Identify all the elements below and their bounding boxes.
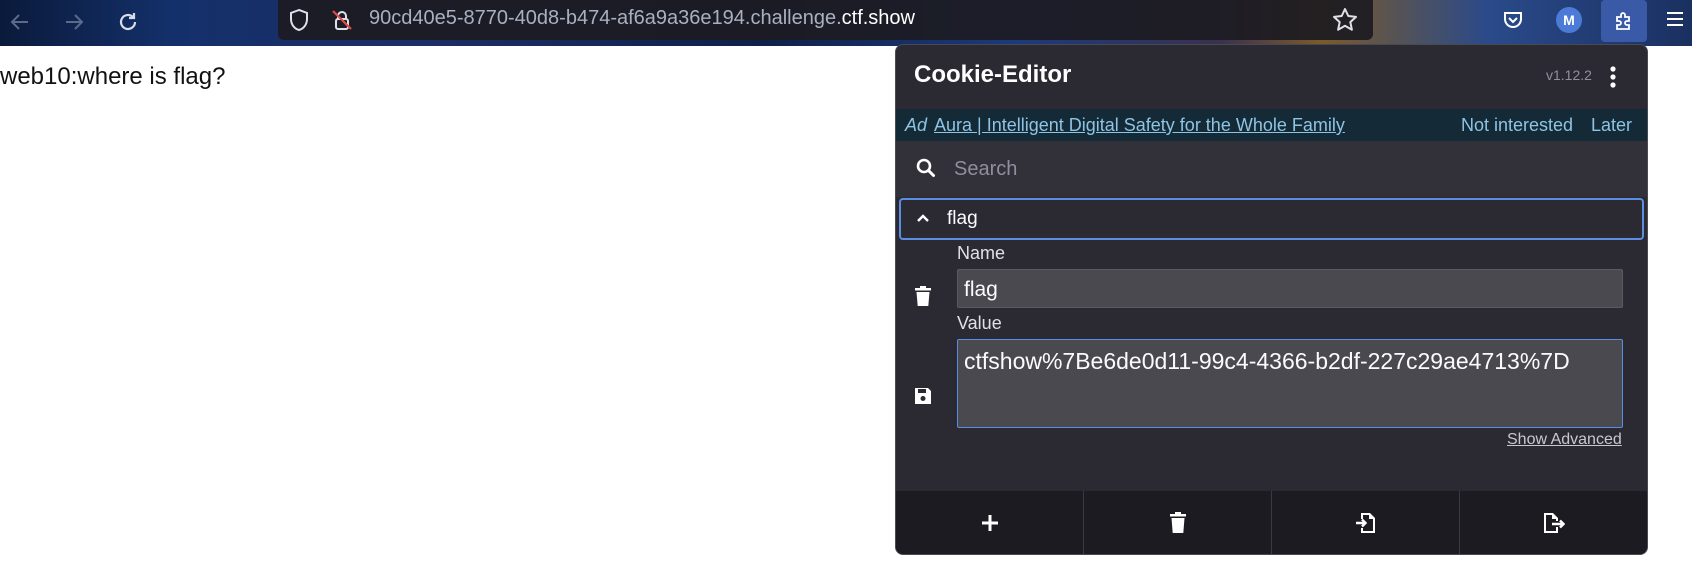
- search-row: [896, 141, 1647, 197]
- trash-icon: [1169, 511, 1186, 533]
- account-avatar[interactable]: M: [1556, 7, 1582, 33]
- reload-button[interactable]: [111, 5, 145, 39]
- cookie-value-field[interactable]: ctfshow%7Be6de0d11-99c4-4366-b2df-227c29…: [957, 339, 1623, 428]
- vertical-dots-icon: [1610, 66, 1616, 88]
- plus-icon: [981, 514, 998, 531]
- action-footer: [896, 491, 1647, 554]
- panel-title: Cookie-Editor: [914, 61, 1072, 88]
- file-export-icon: [1543, 512, 1565, 533]
- version-label: v1.12.2: [1546, 67, 1592, 83]
- cookie-details: Name flag Value ctfshow%7Be6de0d11-99c4-…: [896, 240, 1647, 480]
- extensions-button[interactable]: [1601, 0, 1647, 42]
- file-import-icon: [1355, 512, 1375, 533]
- reload-icon: [119, 13, 137, 31]
- ad-label: Ad: [905, 115, 928, 135]
- value-label: Value: [957, 313, 1002, 333]
- shield-icon: [290, 8, 308, 32]
- trash-icon: [915, 286, 931, 306]
- pocket-button[interactable]: [1501, 8, 1525, 36]
- hamburger-icon: [1667, 12, 1683, 26]
- ad-later-button[interactable]: Later: [1591, 115, 1632, 136]
- name-label: Name: [957, 243, 1006, 263]
- delete-all-button[interactable]: [1084, 491, 1272, 554]
- page-body-text: web10:where is flag?: [0, 63, 226, 90]
- forward-button[interactable]: [57, 5, 91, 39]
- star-icon: [1333, 8, 1357, 31]
- browser-toolbar: 90cd40e5-8770-40d8-b474-af6a9a36e194.cha…: [0, 0, 1692, 46]
- import-button[interactable]: [1272, 491, 1460, 554]
- puzzle-icon: [1616, 12, 1630, 30]
- insecure-lock-icon[interactable]: [330, 8, 354, 36]
- url-prefix: 90cd40e5-8770-40d8-b474-af6a9a36e194.cha…: [369, 7, 842, 29]
- pocket-icon: [1504, 12, 1522, 28]
- cookie-item-name: flag: [947, 208, 978, 229]
- cookie-item-header[interactable]: flag: [899, 198, 1644, 240]
- panel-menu-button[interactable]: [1607, 63, 1619, 91]
- save-cookie-button[interactable]: [914, 387, 932, 409]
- chevron-up-icon: [915, 210, 931, 229]
- search-icon: [915, 157, 937, 183]
- tracking-protection-shield-icon[interactable]: [288, 8, 310, 36]
- arrow-left-icon: [10, 14, 28, 30]
- url-domain: ctf.show: [841, 7, 915, 29]
- show-advanced-link[interactable]: Show Advanced: [1507, 431, 1622, 449]
- add-cookie-button[interactable]: [896, 491, 1084, 554]
- ad-not-interested-button[interactable]: Not interested: [1461, 115, 1573, 136]
- export-button[interactable]: [1460, 491, 1647, 554]
- cookie-name-field[interactable]: flag: [957, 269, 1623, 308]
- ad-banner: Ad Aura | Intelligent Digital Safety for…: [896, 109, 1647, 141]
- url-text[interactable]: 90cd40e5-8770-40d8-b474-af6a9a36e194.cha…: [369, 7, 915, 30]
- cookie-editor-panel: Cookie-Editor v1.12.2 Ad Aura | Intellig…: [895, 44, 1648, 555]
- bookmark-star-button[interactable]: [1332, 7, 1358, 37]
- arrow-right-icon: [66, 14, 84, 30]
- app-menu-button[interactable]: [1664, 8, 1686, 34]
- back-button[interactable]: [3, 5, 37, 39]
- search-input[interactable]: [952, 153, 1616, 185]
- lock-slash-icon: [332, 10, 352, 30]
- floppy-disk-icon: [915, 388, 931, 404]
- delete-cookie-button[interactable]: [914, 286, 932, 310]
- ad-link[interactable]: Aura | Intelligent Digital Safety for th…: [934, 115, 1345, 136]
